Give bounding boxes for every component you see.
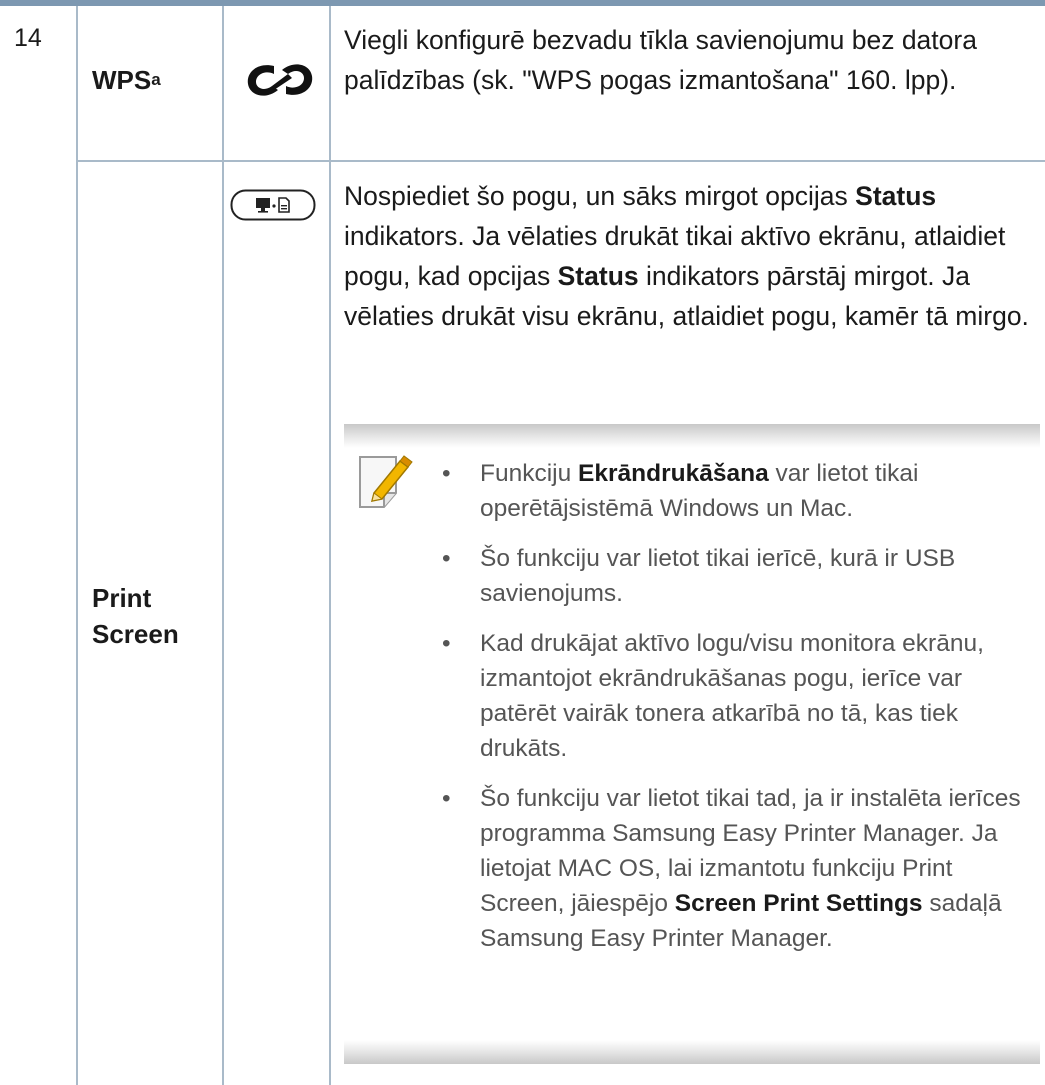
wps-description: Viegli konfigurē bezvadu tīkla savienoju… [344,25,977,95]
table-top-rule [0,0,1045,6]
note-bullet-item: • Šo funkciju var lietot tikai ierīcē, ku… [440,541,1040,611]
text-run: Kad drukājat aktīvo logu/visu monitora e… [480,630,984,762]
print-screen-label: Print Screen [92,583,179,649]
row-divider [76,160,1045,162]
column-divider-1 [76,6,78,1085]
row-number: 14 [14,24,42,52]
bullet-marker: • [442,545,451,572]
print-screen-description: Nospiediet šo pogu, un sāks mirgot opcij… [344,176,1034,336]
bold-term: Status [855,181,937,211]
column-divider-3 [329,6,331,1085]
wps-label-text: WPS [92,65,152,95]
note-bullet-item: • Kad drukājat aktīvo logu/visu monitora … [440,626,1040,766]
column-divider-2 [222,6,224,1085]
bullet-marker: • [442,460,451,487]
bullet-marker: • [442,630,451,657]
text-run: Funkciju [480,460,579,487]
print-screen-button-icon [230,189,316,221]
note-top-bar [344,424,1040,448]
bold-term: Screen Print Settings [674,890,923,917]
text-run: Nospiediet šo pogu, un sāks mirgot opcij… [344,181,856,211]
wps-label: WPSa [92,62,161,102]
note-bottom-bar [344,1040,1040,1064]
bullet-marker: • [442,785,451,812]
bold-term: Status [557,261,639,291]
bold-term: Ekrāndrukāšana [578,460,769,487]
wps-footnote-marker: a [151,70,161,89]
note-bullet-item: • Funkciju Ekrāndrukāšana var lietot tika… [440,456,1040,526]
note-bullet-list: • Funkciju Ekrāndrukāšana var lietot tika… [440,456,1040,971]
text-run: Šo funkciju var lietot tikai ierīcē, kur… [480,545,956,607]
note-bullet-item: • Šo funkciju var lietot tikai tad, ja ir… [440,781,1040,956]
wps-icon [247,64,313,96]
note-pencil-icon [359,455,413,508]
